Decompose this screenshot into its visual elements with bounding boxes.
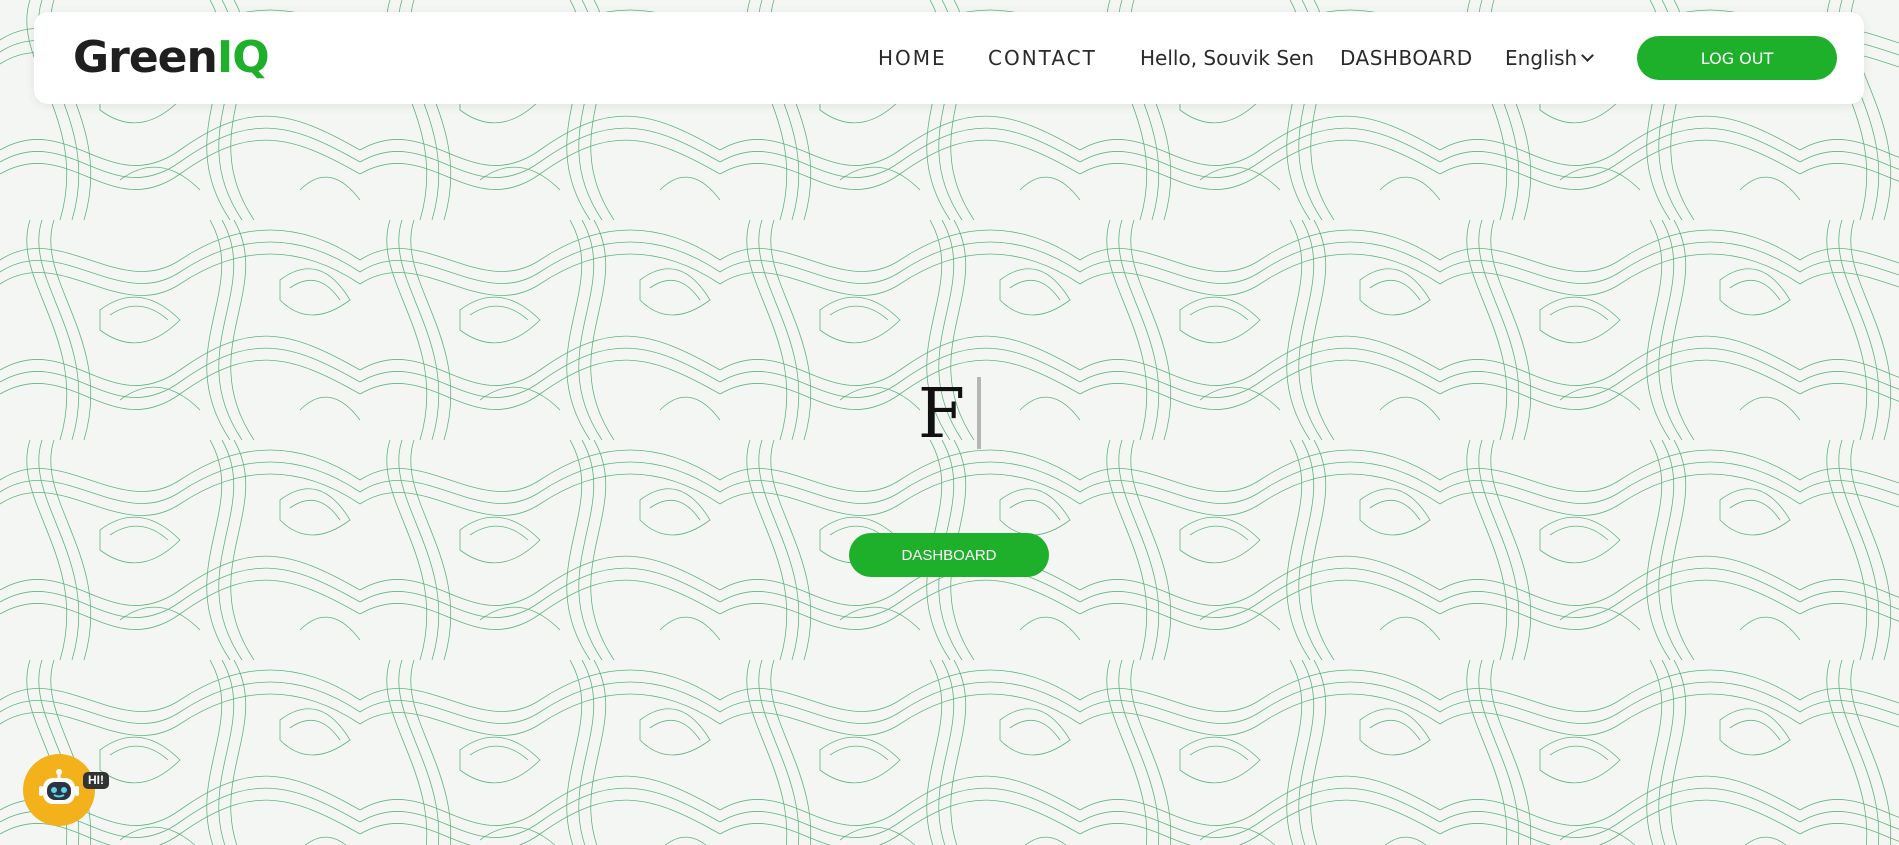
greeniq-logo[interactable]: GreenIQ <box>73 32 270 84</box>
top-navbar: GreenIQ HOME CONTACT Hello, Souvik Sen D… <box>34 12 1864 104</box>
chatbot-hi-badge: HI! <box>83 772 109 789</box>
typing-cursor <box>977 377 982 449</box>
user-greeting: Hello, Souvik Sen <box>1140 46 1315 70</box>
logo-accent-text: IQ <box>216 32 270 83</box>
nav-dashboard-link[interactable]: DASHBOARD <box>1340 46 1473 70</box>
nav-home-link[interactable]: HOME <box>878 46 947 70</box>
typed-text: F <box>917 375 966 454</box>
logout-button[interactable]: LOG OUT <box>1637 36 1837 80</box>
language-label: English <box>1505 46 1578 70</box>
language-selector[interactable]: English <box>1505 46 1595 70</box>
chevron-down-icon <box>1581 49 1595 62</box>
nav-contact-link[interactable]: CONTACT <box>988 46 1097 70</box>
robot-icon <box>39 769 79 804</box>
chatbot-launcher[interactable]: HI! <box>23 754 109 826</box>
logo-main-text: Green <box>73 32 218 83</box>
hero-dashboard-button[interactable]: DASHBOARD <box>849 533 1049 577</box>
hero-typed-heading: F <box>0 370 1899 460</box>
